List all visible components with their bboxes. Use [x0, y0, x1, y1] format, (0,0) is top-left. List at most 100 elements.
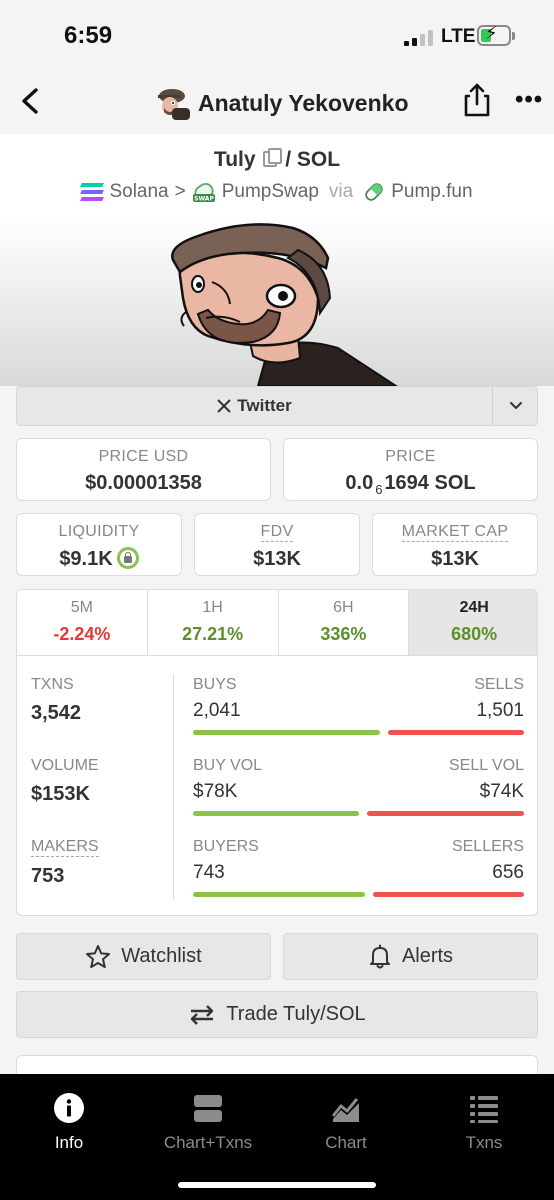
makers-stat: MAKERS 753: [31, 838, 99, 888]
tab-info-label: Info: [54, 1133, 84, 1152]
tab-5m-label: 5M: [70, 599, 93, 616]
tab-24h-label: 24H: [459, 599, 489, 616]
chain-link[interactable]: Solana: [109, 181, 168, 203]
makers-value: 753: [31, 865, 65, 887]
volume-label: VOLUME: [31, 757, 99, 774]
makers-label[interactable]: MAKERS: [31, 838, 99, 857]
sellers-label: SELLERS: [451, 838, 524, 855]
sells-value: 1,501: [476, 700, 524, 721]
sell-vol-bar-fill: [366, 811, 524, 816]
tab-5m-change: -2.24%: [53, 624, 111, 644]
price-usd-box: PRICE USD $0.00001358: [16, 438, 271, 501]
price-usd-label: PRICE USD: [98, 448, 189, 465]
battery-icon: ⚡: [477, 24, 511, 46]
signal-icon: [404, 30, 433, 46]
tab-chart-label: Chart: [325, 1133, 367, 1152]
buy-vol-label: BUY VOL: [193, 757, 263, 774]
price-native-value: 0.0 6 1694 SOL: [284, 472, 537, 497]
volume-split-bar: [193, 811, 524, 816]
market-cap-value: $13K: [431, 548, 479, 570]
swap-arrows-icon: [191, 1004, 214, 1025]
share-icon[interactable]: [462, 82, 492, 118]
fdv-label[interactable]: FDV: [260, 523, 294, 542]
chain-breadcrumb: Solana > SWAP PumpSwap via Pump.fun: [0, 180, 554, 204]
social-links: Twitter: [16, 386, 538, 426]
watchlist-button[interactable]: Watchlist: [16, 933, 271, 980]
info-icon: [54, 1093, 84, 1123]
home-indicator: [178, 1182, 376, 1188]
sell-vol-label: SELL VOL: [448, 757, 524, 774]
tab-24h-change: 680%: [451, 624, 498, 644]
copy-icon[interactable]: [263, 148, 283, 167]
tab-6h[interactable]: 6H 336%: [279, 590, 410, 655]
buyers-bar-fill: [193, 892, 365, 897]
pair-symbol: Tuly / SOL: [0, 148, 554, 172]
buys-bar-fill: [193, 730, 380, 735]
dex-link[interactable]: PumpSwap: [222, 181, 319, 203]
txns-label: TXNS: [31, 676, 74, 693]
timeframe-tabs: 5M -2.24% 1H 27.21% 6H 336% 24H 680%: [17, 590, 537, 656]
bell-icon: [369, 944, 390, 968]
lock-icon[interactable]: [116, 547, 139, 569]
volume-split-row: BUY VOL SELL VOL $78K $74K: [193, 757, 524, 816]
pumpswap-icon: SWAP: [192, 182, 215, 203]
tab-24h[interactable]: 24H 680%: [409, 590, 537, 655]
chart-txns-icon: [194, 1095, 222, 1122]
avatar: [158, 89, 190, 120]
trade-button[interactable]: Trade Tuly/SOL: [16, 991, 538, 1038]
status-time: 6:59: [64, 22, 113, 49]
price-suffix: 1694 SOL: [384, 472, 476, 494]
tab-6h-label: 6H: [333, 599, 354, 616]
price-usd-value: $0.00001358: [85, 472, 202, 494]
chevron-down-icon: [509, 402, 522, 409]
sells-bar-fill: [387, 730, 524, 735]
buys-sells-row: BUYS SELLS 2,041 1,501: [193, 676, 524, 735]
buy-vol-value: $78K: [193, 781, 238, 802]
metrics-divider: [173, 674, 174, 900]
sells-label: SELLS: [474, 676, 524, 693]
tab-chart-txns[interactable]: Chart+Txns: [148, 1092, 268, 1153]
volume-stat: VOLUME $153K: [31, 757, 99, 806]
twitter-button[interactable]: Twitter: [17, 387, 492, 425]
alerts-button[interactable]: Alerts: [283, 933, 538, 980]
back-icon[interactable]: [14, 84, 46, 118]
solana-icon: [80, 183, 105, 201]
trade-label: Trade Tuly/SOL: [226, 1003, 366, 1025]
price-native-box: PRICE 0.0 6 1694 SOL: [283, 438, 538, 501]
list-icon: [470, 1096, 498, 1123]
timeframe-panel: 5M -2.24% 1H 27.21% 6H 336% 24H 680% TXN…: [16, 589, 538, 916]
token-banner: [0, 218, 554, 386]
watchlist-label: Watchlist: [121, 945, 202, 967]
breadcrumb-separator: >: [174, 181, 186, 202]
alerts-label: Alerts: [401, 945, 454, 967]
status-bar: 6:59 LTE ⚡: [0, 0, 554, 70]
pair-header: Tuly / SOL Solana > SWAP PumpSwap via Pu…: [0, 134, 554, 218]
tab-5m[interactable]: 5M -2.24%: [17, 590, 148, 655]
tab-info[interactable]: Info: [9, 1092, 129, 1153]
tab-txns[interactable]: Txns: [424, 1092, 544, 1153]
banner-artwork: [171, 223, 398, 386]
tab-1h-change: 27.21%: [182, 624, 244, 644]
market-cap-label[interactable]: MARKET CAP: [401, 523, 509, 542]
base-symbol: Tuly: [213, 148, 256, 171]
liquidity-label: LIQUIDITY: [58, 523, 140, 540]
liquidity-box: LIQUIDITY $9.1K: [16, 513, 182, 576]
tab-chart-txns-label: Chart+Txns: [163, 1133, 253, 1152]
tab-1h-label: 1H: [202, 599, 223, 616]
launchpad-link[interactable]: Pump.fun: [391, 181, 472, 203]
x-logo-icon: [217, 399, 231, 413]
price-prefix: 0.0: [345, 472, 374, 494]
tab-1h[interactable]: 1H 27.21%: [148, 590, 279, 655]
buys-label: BUYS: [193, 676, 237, 693]
price-zero-count: 6: [375, 482, 383, 497]
quote-symbol: / SOL: [285, 148, 341, 171]
fdv-value: $13K: [253, 548, 301, 570]
top-nav: Anatuly Yekovenko •••: [0, 70, 554, 134]
battery-tip: [512, 32, 515, 40]
market-cap-box: MARKET CAP $13K: [372, 513, 538, 576]
buy-vol-bar-fill: [193, 811, 359, 816]
links-dropdown[interactable]: [492, 387, 538, 425]
more-icon[interactable]: •••: [515, 86, 543, 114]
liquidity-value: $9.1K: [17, 547, 181, 571]
tab-chart[interactable]: Chart: [286, 1092, 406, 1153]
